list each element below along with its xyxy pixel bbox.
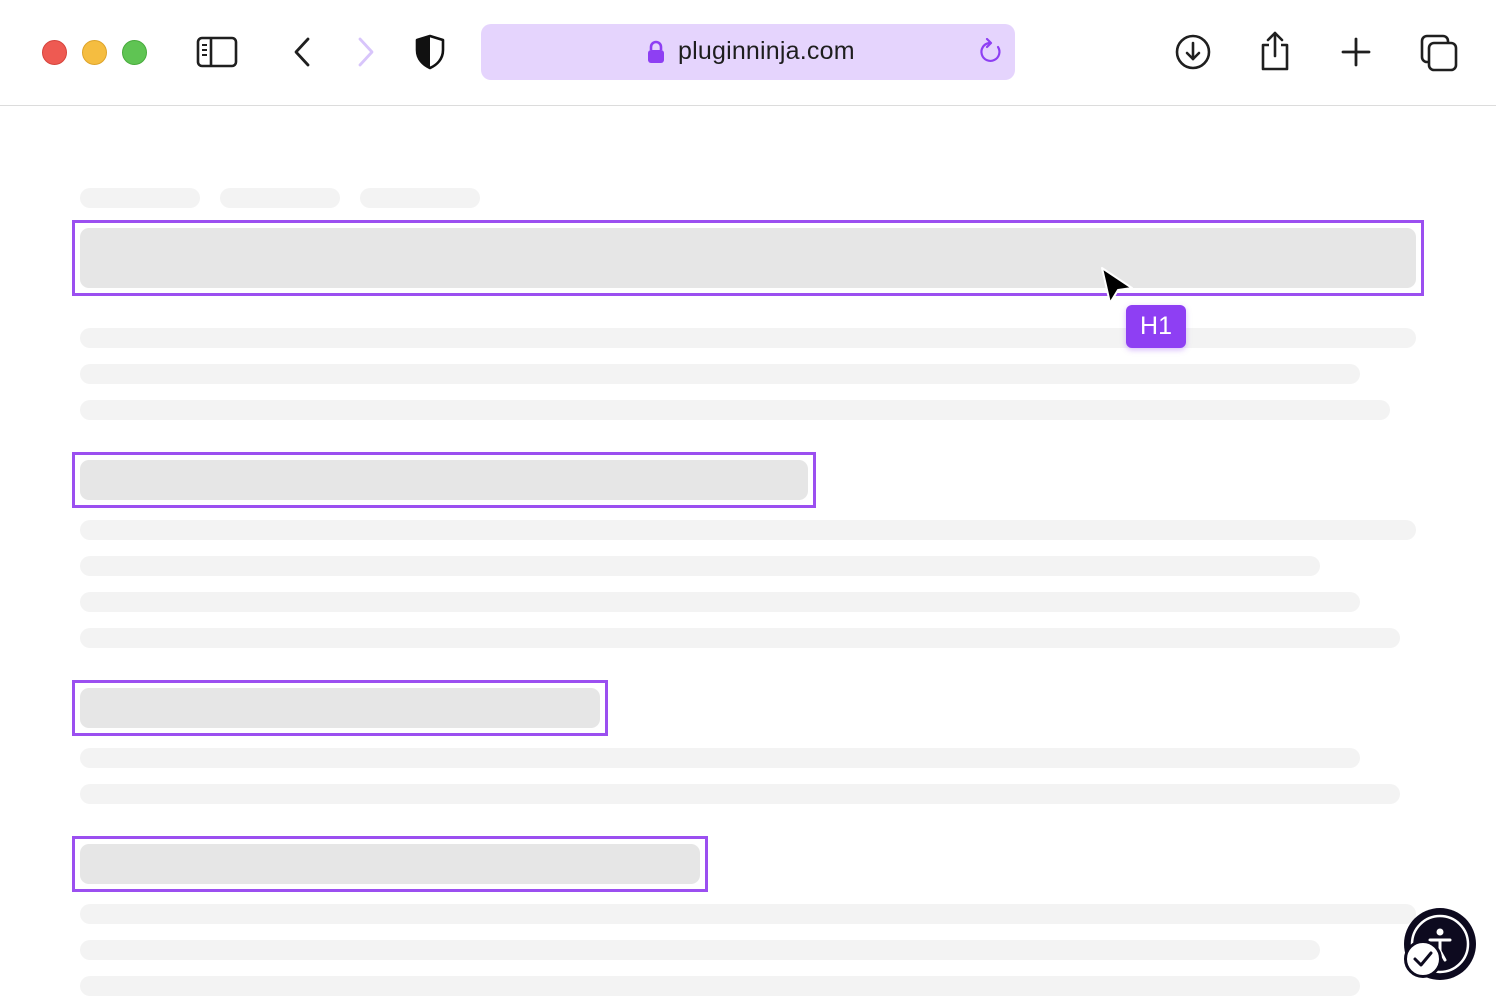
accessibility-status-badge	[1404, 940, 1442, 978]
heading-h2-highlight[interactable]	[72, 836, 708, 892]
reload-icon[interactable]	[977, 38, 1005, 66]
share-icon	[1261, 31, 1289, 71]
heading-h1-placeholder	[80, 228, 1416, 288]
heading-h2-placeholder	[80, 688, 600, 728]
lock-icon	[648, 40, 664, 63]
forward-icon	[358, 37, 374, 67]
heading-h2-placeholder	[80, 844, 700, 884]
text-line-placeholder	[80, 940, 1320, 960]
url-text: pluginninja.com	[678, 37, 855, 65]
heading-tag-tooltip: H1	[1126, 305, 1186, 348]
text-line-placeholder	[80, 592, 1360, 612]
address-bar[interactable]: pluginninja.com	[481, 24, 1015, 80]
text-line-placeholder	[80, 364, 1360, 384]
tab-overview-button[interactable]	[1420, 34, 1458, 72]
mouse-cursor-icon	[1101, 267, 1133, 304]
text-line-placeholder	[80, 784, 1400, 804]
text-line-placeholder	[80, 628, 1400, 648]
downloads-button[interactable]	[1174, 33, 1212, 71]
share-button[interactable]	[1258, 30, 1292, 72]
window-maximize-button[interactable]	[122, 40, 147, 65]
text-line-placeholder	[80, 328, 1416, 348]
heading-h2-highlight[interactable]	[72, 452, 816, 508]
text-line-placeholder	[80, 748, 1360, 768]
heading-h1-highlight[interactable]	[72, 220, 1424, 296]
sidebar-icon	[196, 36, 238, 68]
new-tab-button[interactable]	[1340, 36, 1372, 68]
checkmark-icon	[1413, 951, 1433, 967]
privacy-report-button[interactable]	[414, 34, 446, 70]
heading-h2-placeholder	[80, 460, 808, 500]
heading-h2-highlight[interactable]	[72, 680, 608, 736]
text-line-placeholder	[80, 904, 1416, 924]
text-line-placeholder	[80, 400, 1390, 420]
breadcrumb-item[interactable]	[80, 188, 200, 208]
back-icon	[294, 37, 310, 67]
new-tab-icon	[1341, 37, 1371, 67]
breadcrumb-item[interactable]	[360, 188, 480, 208]
text-line-placeholder	[80, 976, 1360, 996]
tab-overview-icon	[1420, 34, 1458, 72]
text-line-placeholder	[80, 556, 1320, 576]
forward-button[interactable]	[354, 36, 378, 68]
window-close-button[interactable]	[42, 40, 67, 65]
sidebar-toggle-button[interactable]	[196, 36, 238, 68]
back-button[interactable]	[290, 36, 314, 68]
browser-toolbar: pluginninja.com	[0, 0, 1496, 106]
breadcrumb-item[interactable]	[220, 188, 340, 208]
window-minimize-button[interactable]	[82, 40, 107, 65]
privacy-shield-icon	[415, 34, 445, 70]
text-line-placeholder	[80, 520, 1416, 540]
download-icon	[1175, 34, 1211, 70]
